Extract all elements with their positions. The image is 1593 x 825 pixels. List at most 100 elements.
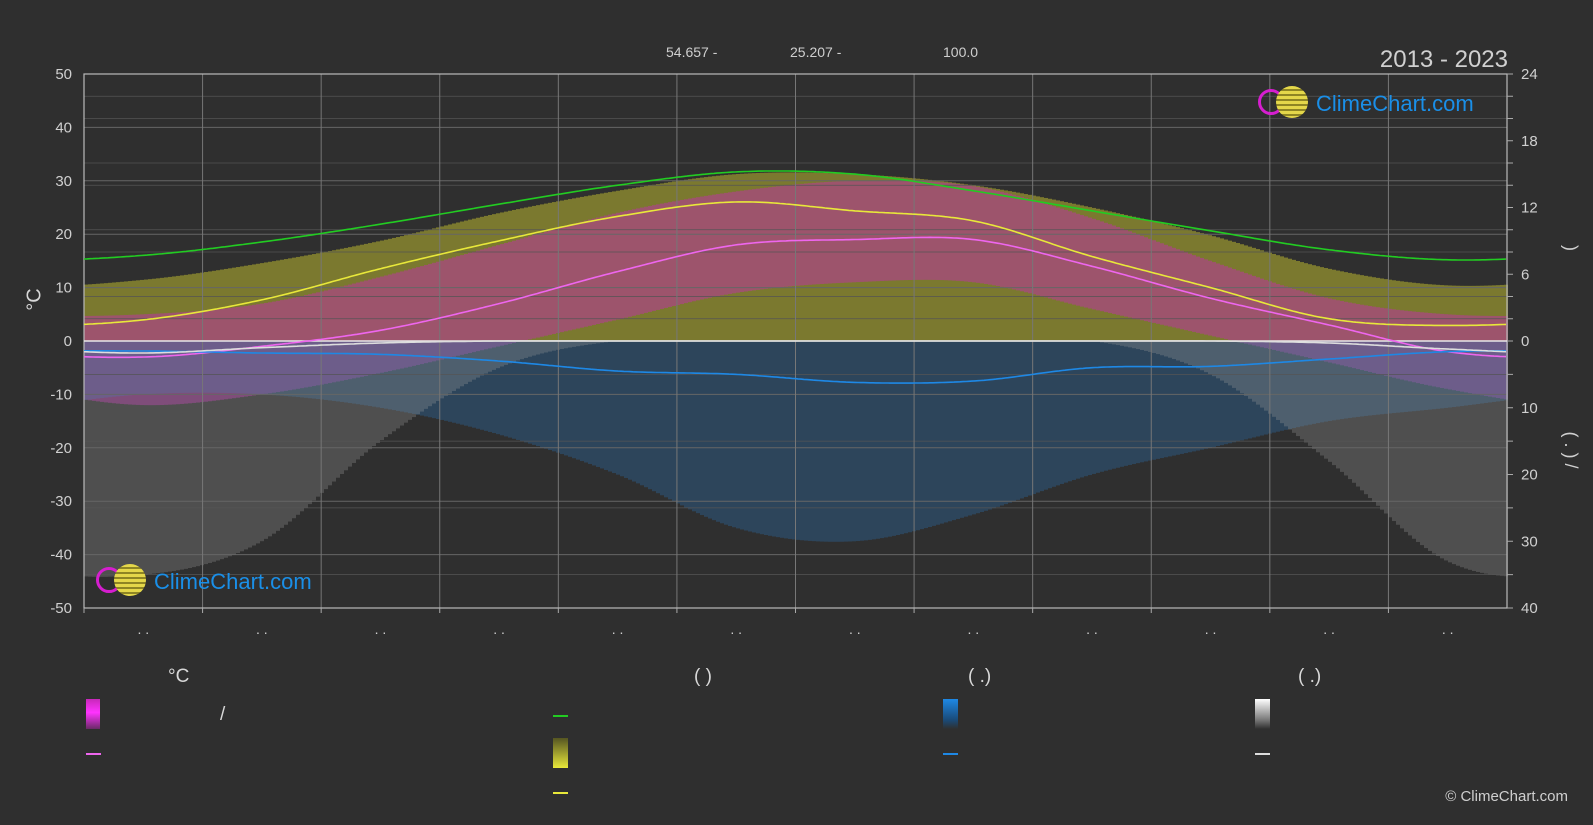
rain-band-strip (608, 341, 612, 472)
snow-band-strip (400, 341, 404, 426)
rain-band-strip (716, 341, 720, 522)
temp-band-strip (652, 205, 656, 311)
snow-band-strip (500, 341, 504, 367)
snow-band-strip (1484, 341, 1488, 574)
rain-band-strip (616, 341, 620, 475)
snow-band-strip (428, 341, 432, 407)
left-tick-label: -10 (50, 386, 72, 403)
snow-band-strip (1380, 341, 1384, 510)
snow-band-strip (192, 341, 196, 568)
snow-band-strip (328, 341, 332, 486)
temp-band-strip (772, 186, 776, 288)
legend-temperature-header: °C (168, 666, 190, 687)
temp-band-strip (1104, 222, 1108, 313)
temp-band-strip (664, 202, 668, 308)
snow-band-strip (520, 341, 524, 360)
snow-band-strip (264, 341, 268, 539)
temp-band-strip (504, 242, 508, 345)
temp-band-strip (656, 204, 660, 310)
snow-band-strip (396, 341, 400, 429)
snow-band-strip (1168, 341, 1172, 358)
snow-band-strip (316, 341, 320, 497)
header-stat-3: 100.0 (943, 44, 979, 60)
rain-band-strip (548, 341, 552, 451)
right-tick-label: 0 (1521, 333, 1529, 350)
snow-band-strip (404, 341, 408, 423)
left-tick-label: 30 (55, 173, 72, 190)
temp-band-strip (508, 241, 512, 344)
temp-band-strip (536, 233, 540, 338)
snow-band-strip (1164, 341, 1168, 357)
snow-band-strip (152, 341, 156, 574)
snow-band-strip (1376, 341, 1380, 506)
rain-band-strip (736, 341, 740, 529)
right-tick-label: 24 (1521, 66, 1538, 83)
snow-band-strip (296, 341, 300, 515)
x-tick-label: . . (612, 621, 624, 637)
temp-band-strip (1100, 221, 1104, 312)
snow-band-strip (408, 341, 412, 420)
rain-band-strip (1124, 341, 1128, 466)
temp-band-strip (1040, 202, 1044, 297)
snow-band-strip (1284, 341, 1288, 427)
rain-band-strip (972, 341, 976, 515)
snow-band-strip (352, 341, 356, 463)
temp-band-strip (1004, 192, 1008, 288)
temp-band-strip (1024, 197, 1028, 293)
snow-band-strip (1272, 341, 1276, 417)
rain-band-strip (536, 341, 540, 447)
temp-band-strip (816, 182, 820, 285)
snow-band-strip (1332, 341, 1336, 466)
temp-band-strip (924, 181, 928, 280)
snow-band-strip (512, 341, 516, 362)
temp-band-strip (1244, 273, 1248, 344)
logo-bottom[interactable]: ClimeChart.com (96, 564, 312, 600)
snow-band-strip (1292, 341, 1296, 433)
x-tick-label: . . (1323, 621, 1335, 637)
legend-temp-range-swatch (86, 699, 100, 729)
snow-band-strip (332, 341, 336, 482)
snow-band-strip (1392, 341, 1396, 522)
temp-band-strip (752, 189, 756, 291)
temp-band-strip (1016, 195, 1020, 291)
rain-band-strip (1064, 341, 1068, 483)
rain-band-strip (624, 341, 628, 478)
snow-band-strip (1312, 341, 1316, 450)
x-tick-label: . . (1442, 621, 1454, 637)
snow-band-strip (1396, 341, 1400, 525)
temp-band-strip (552, 229, 556, 334)
rain-band-strip (984, 341, 988, 511)
temp-band-strip (1128, 231, 1132, 318)
snow-band-strip (1192, 341, 1196, 367)
snow-band-strip (376, 341, 380, 443)
temp-band-strip (544, 231, 548, 336)
snow-band-strip (160, 341, 164, 573)
rain-band-strip (928, 341, 932, 527)
snow-band-strip (1400, 341, 1404, 529)
logo-top[interactable]: ClimeChart.com (1258, 86, 1474, 122)
temp-band-strip (1152, 240, 1156, 323)
snow-band-strip (1320, 341, 1324, 456)
rain-band-strip (756, 341, 760, 534)
temp-band-strip (1076, 213, 1080, 306)
temp-band-strip (1108, 224, 1112, 314)
rain-band-strip (1108, 341, 1112, 470)
right-tick-label: 12 (1521, 200, 1538, 217)
snow-band-strip (1276, 341, 1280, 420)
temp-band-strip (1240, 271, 1244, 343)
rain-band-strip (700, 341, 704, 516)
temp-band-strip (564, 226, 568, 332)
left-tick-label: -50 (50, 600, 72, 617)
rain-band-strip (908, 341, 912, 533)
temp-band-strip (1260, 278, 1264, 348)
temp-band-strip (960, 184, 964, 282)
rain-band-strip (640, 341, 644, 486)
rain-band-strip (880, 341, 884, 539)
temp-band-strip (996, 190, 1000, 287)
rain-band-strip (644, 341, 648, 488)
rain-band-strip (532, 341, 536, 445)
snow-band-strip (292, 341, 296, 519)
snow-band-strip (236, 341, 240, 554)
snow-band-strip (1384, 341, 1388, 514)
snow-band-strip (156, 341, 160, 574)
